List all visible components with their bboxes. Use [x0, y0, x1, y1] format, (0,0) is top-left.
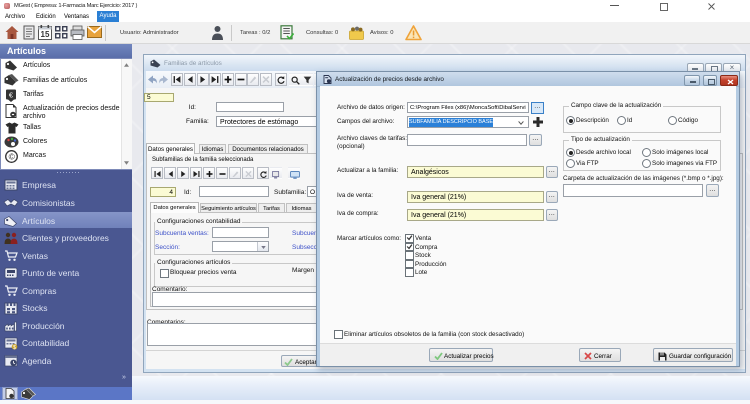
svg-text:15: 15: [41, 30, 50, 39]
svg-text:$: $: [13, 345, 16, 350]
svg-text:©: ©: [9, 152, 16, 162]
